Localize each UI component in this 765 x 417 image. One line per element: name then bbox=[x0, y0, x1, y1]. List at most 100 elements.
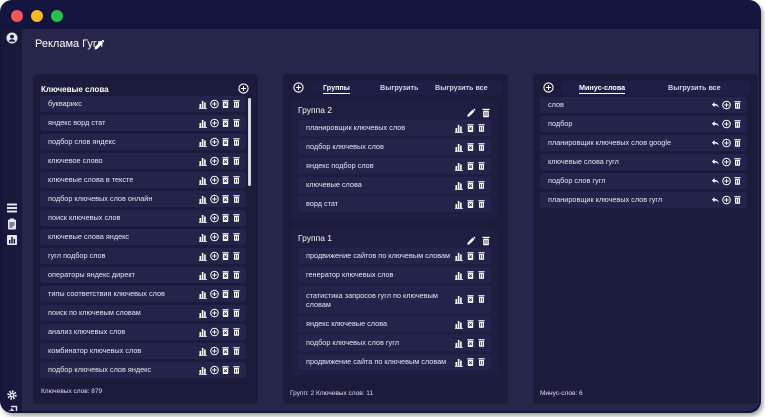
logout-icon[interactable] bbox=[6, 405, 18, 411]
list-item[interactable]: операторы яндекс директ bbox=[40, 267, 246, 283]
chart-icon[interactable] bbox=[199, 308, 208, 318]
trash-icon[interactable] bbox=[232, 327, 241, 337]
list-item[interactable]: подбор ключевых слов гугл bbox=[298, 335, 491, 351]
delete-icon[interactable] bbox=[466, 142, 475, 152]
trash-icon[interactable] bbox=[232, 175, 241, 185]
list-item[interactable]: планировщик ключевых слов гугл bbox=[540, 192, 747, 208]
undo-icon[interactable] bbox=[711, 157, 720, 167]
keywords-scrollbar[interactable] bbox=[248, 98, 251, 186]
list-item[interactable]: яндекс подбор слов bbox=[298, 158, 491, 174]
delete-icon[interactable] bbox=[221, 270, 230, 280]
edit-group-icon[interactable] bbox=[466, 105, 476, 117]
trash-icon[interactable] bbox=[477, 319, 486, 329]
delete-icon[interactable] bbox=[221, 346, 230, 356]
edit-title-icon[interactable] bbox=[93, 38, 105, 50]
trash-icon[interactable] bbox=[232, 270, 241, 280]
delete-icon[interactable] bbox=[221, 365, 230, 375]
delete-icon[interactable] bbox=[221, 118, 230, 128]
chart-icon[interactable] bbox=[199, 346, 208, 356]
chart-icon[interactable] bbox=[199, 175, 208, 185]
add-circle-icon[interactable] bbox=[210, 118, 219, 128]
add-circle-icon[interactable] bbox=[722, 176, 731, 186]
list-item[interactable]: подбор ключевых слов bbox=[298, 139, 491, 155]
chart-icon[interactable] bbox=[199, 194, 208, 204]
account-icon[interactable] bbox=[6, 32, 18, 44]
maximize-window-button[interactable] bbox=[51, 10, 63, 22]
list-item[interactable]: статистика запросов гугл по ключевым сло… bbox=[298, 286, 491, 313]
undo-icon[interactable] bbox=[711, 119, 720, 129]
chart-icon[interactable] bbox=[199, 289, 208, 299]
chart-icon[interactable] bbox=[455, 270, 464, 280]
list-item[interactable]: типы соответствия ключевых слов bbox=[40, 286, 246, 302]
undo-icon[interactable] bbox=[711, 138, 720, 148]
list-item[interactable]: слов bbox=[540, 97, 747, 113]
add-circle-icon[interactable] bbox=[722, 195, 731, 205]
edit-group-icon[interactable] bbox=[466, 233, 476, 245]
trash-icon[interactable] bbox=[232, 194, 241, 204]
chart-icon[interactable] bbox=[455, 319, 464, 329]
list-item[interactable]: генератор ключевых слов bbox=[298, 267, 491, 283]
chart-icon[interactable] bbox=[199, 156, 208, 166]
delete-icon[interactable] bbox=[466, 338, 475, 348]
trash-icon[interactable] bbox=[477, 270, 486, 280]
trash-icon[interactable] bbox=[232, 308, 241, 318]
list-item[interactable]: анализ ключевых слов bbox=[40, 324, 246, 340]
delete-icon[interactable] bbox=[466, 294, 475, 304]
chart-icon[interactable] bbox=[199, 137, 208, 147]
list-item[interactable]: планировщик ключевых слов google bbox=[540, 135, 747, 151]
chart-icon[interactable] bbox=[199, 327, 208, 337]
add-circle-icon[interactable] bbox=[210, 365, 219, 375]
trash-icon[interactable] bbox=[477, 161, 486, 171]
chart-icon[interactable] bbox=[455, 199, 464, 209]
add-circle-icon[interactable] bbox=[722, 138, 731, 148]
delete-group-icon[interactable] bbox=[481, 233, 491, 246]
chart-icon[interactable] bbox=[455, 123, 464, 133]
trash-icon[interactable] bbox=[232, 289, 241, 299]
list-item[interactable]: ключевые слова в тексте bbox=[40, 172, 246, 188]
list-item[interactable]: подбор bbox=[540, 116, 747, 132]
list-item[interactable]: букварикс bbox=[40, 96, 246, 112]
settings-icon[interactable] bbox=[6, 389, 18, 401]
chart-icon[interactable] bbox=[199, 99, 208, 109]
chart-icon[interactable] bbox=[455, 338, 464, 348]
close-window-button[interactable] bbox=[11, 10, 23, 22]
trash-icon[interactable] bbox=[477, 180, 486, 190]
chart-icon[interactable] bbox=[455, 251, 464, 261]
add-circle-icon[interactable] bbox=[210, 270, 219, 280]
trash-icon[interactable] bbox=[477, 338, 486, 348]
add-minus-word-icon[interactable] bbox=[543, 82, 554, 93]
trash-icon[interactable] bbox=[232, 118, 241, 128]
list-item[interactable]: ключевые слова яндекс bbox=[40, 229, 246, 245]
delete-icon[interactable] bbox=[221, 251, 230, 261]
delete-icon[interactable] bbox=[466, 199, 475, 209]
chart-icon[interactable] bbox=[455, 161, 464, 171]
tab-minus-words[interactable]: Минус-слова bbox=[579, 83, 626, 94]
trash-icon[interactable] bbox=[232, 213, 241, 223]
delete-icon[interactable] bbox=[221, 327, 230, 337]
chart-icon[interactable] bbox=[455, 142, 464, 152]
add-keyword-icon[interactable] bbox=[238, 83, 249, 94]
delete-icon[interactable] bbox=[466, 161, 475, 171]
trash-icon[interactable] bbox=[477, 357, 486, 367]
add-circle-icon[interactable] bbox=[210, 251, 219, 261]
delete-icon[interactable] bbox=[221, 194, 230, 204]
trash-icon[interactable] bbox=[232, 99, 241, 109]
add-circle-icon[interactable] bbox=[210, 194, 219, 204]
trash-icon[interactable] bbox=[232, 232, 241, 242]
trash-icon[interactable] bbox=[477, 251, 486, 261]
chart-icon[interactable] bbox=[199, 118, 208, 128]
trash-icon[interactable] bbox=[232, 137, 241, 147]
list-item[interactable]: комбинатор ключевых слов bbox=[40, 343, 246, 359]
trash-icon[interactable] bbox=[232, 251, 241, 261]
delete-icon[interactable] bbox=[466, 357, 475, 367]
list-item[interactable]: ключевые слова гугл bbox=[540, 154, 747, 170]
trash-icon[interactable] bbox=[733, 157, 742, 167]
chart-icon[interactable] bbox=[199, 365, 208, 375]
delete-icon[interactable] bbox=[466, 251, 475, 261]
delete-icon[interactable] bbox=[466, 180, 475, 190]
delete-icon[interactable] bbox=[221, 308, 230, 318]
trash-icon[interactable] bbox=[232, 365, 241, 375]
list-item[interactable]: ключевые слова bbox=[298, 177, 491, 193]
add-circle-icon[interactable] bbox=[722, 157, 731, 167]
add-circle-icon[interactable] bbox=[722, 119, 731, 129]
